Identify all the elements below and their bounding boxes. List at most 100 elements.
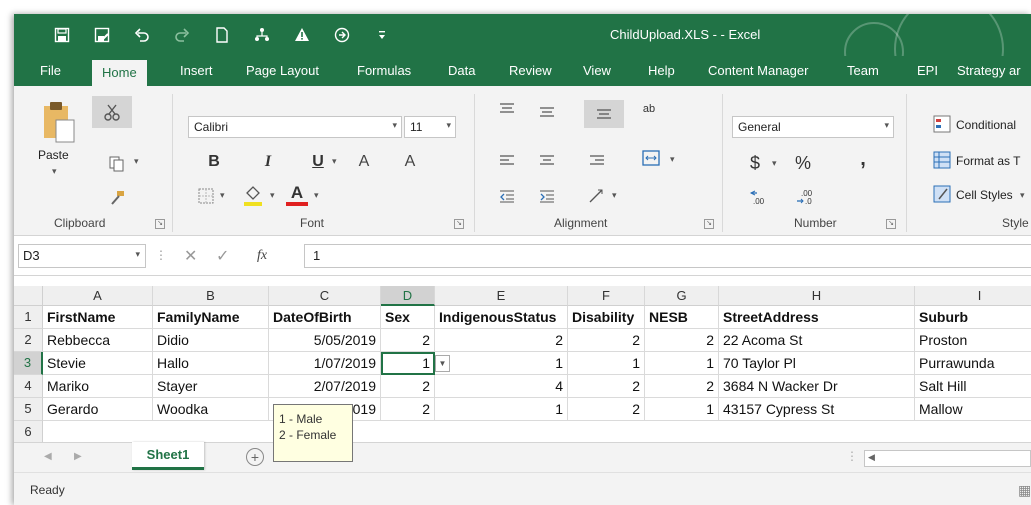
cell-g2[interactable]: 2 — [645, 329, 719, 352]
fill-color-icon[interactable] — [240, 182, 266, 210]
cell-a5[interactable]: Gerardo — [43, 398, 153, 421]
column-header-g[interactable]: G — [645, 286, 719, 306]
tab-strategy[interactable]: Strategy ar — [957, 56, 1021, 86]
cell-i5[interactable]: Mallow — [915, 398, 1031, 421]
row-header[interactable]: 3 — [14, 352, 43, 375]
increase-decimal-icon[interactable]: .00 — [746, 184, 772, 210]
cell-a4[interactable]: Mariko — [43, 375, 153, 398]
tab-team[interactable]: Team — [847, 56, 879, 86]
align-left-icon[interactable] — [494, 148, 520, 172]
cell-b1[interactable]: FamilyName — [153, 306, 269, 329]
horizontal-scrollbar[interactable]: ◀ — [864, 450, 1031, 467]
cell-c3[interactable]: 1/07/2019 — [269, 352, 381, 375]
percent-button[interactable]: % — [790, 150, 816, 176]
cell-d5[interactable]: 2 — [381, 398, 435, 421]
scroll-right-icon[interactable]: ▶ — [74, 451, 82, 462]
cell-styles-icon[interactable] — [932, 184, 952, 204]
tab-formulas[interactable]: Formulas — [357, 56, 411, 86]
save-icon[interactable] — [44, 21, 80, 49]
row-header[interactable]: 6 — [14, 421, 43, 444]
column-header-d[interactable]: D — [381, 286, 435, 306]
column-header-c[interactable]: C — [269, 286, 381, 306]
cell-h5[interactable]: 43157 Cypress St — [719, 398, 915, 421]
cell-c4[interactable]: 2/07/2019 — [269, 375, 381, 398]
cell-b3[interactable]: Hallo — [153, 352, 269, 375]
cell-h2[interactable]: 22 Acoma St — [719, 329, 915, 352]
number-format-combo[interactable]: General ▾ — [732, 116, 894, 138]
cell-d3[interactable]: 1 — [381, 352, 435, 375]
cell-h3[interactable]: 70 Taylor Pl — [719, 352, 915, 375]
cell-f3[interactable]: 1 — [568, 352, 645, 375]
cell-h1[interactable]: StreetAddress — [719, 306, 915, 329]
cell-d4[interactable]: 2 — [381, 375, 435, 398]
orientation-dropdown-icon[interactable]: ▾ — [612, 190, 617, 201]
font-size-combo[interactable]: 11 ▾ — [404, 116, 456, 138]
redo-icon[interactable] — [164, 21, 200, 49]
validation-dropdown-icon[interactable]: ▼ — [435, 355, 450, 372]
tab-content-manager[interactable]: Content Manager — [708, 56, 808, 86]
font-launcher-icon[interactable]: ↘ — [454, 219, 464, 229]
row-header[interactable]: 1 — [14, 306, 43, 329]
cell-e5[interactable]: 1 — [435, 398, 568, 421]
formula-input[interactable]: 1 — [304, 244, 1031, 268]
row-header[interactable]: 4 — [14, 375, 43, 398]
cell-h4[interactable]: 3684 N Wacker Dr — [719, 375, 915, 398]
cell-a3[interactable]: Stevie — [43, 352, 153, 375]
number-launcher-icon[interactable]: ↘ — [886, 219, 896, 229]
cell-a1[interactable]: FirstName — [43, 306, 153, 329]
name-box[interactable]: D3 ▾ — [18, 244, 146, 268]
font-name-combo[interactable]: Calibri ▾ — [188, 116, 402, 138]
bold-button[interactable]: B — [202, 150, 226, 174]
cell-g1[interactable]: NESB — [645, 306, 719, 329]
scroll-left-arrow-icon[interactable]: ◀ — [868, 452, 875, 463]
align-top-icon[interactable] — [494, 96, 520, 120]
column-header-b[interactable]: B — [153, 286, 269, 306]
align-center-icon[interactable] — [534, 148, 560, 172]
alignment-launcher-icon[interactable]: ↘ — [704, 219, 714, 229]
tab-review[interactable]: Review — [509, 56, 552, 86]
currency-button[interactable]: $ — [742, 150, 768, 176]
cell-e2[interactable]: 2 — [435, 329, 568, 352]
font-color-dropdown-icon[interactable]: ▾ — [314, 190, 319, 201]
paste-button[interactable] — [34, 94, 84, 150]
merge-center-icon[interactable] — [638, 146, 664, 170]
add-sheet-button[interactable]: + — [246, 448, 264, 466]
cell-i2[interactable]: Proston — [915, 329, 1031, 352]
shrink-font-button[interactable]: A — [398, 150, 422, 174]
underline-dropdown-icon[interactable]: ▾ — [332, 156, 337, 167]
cell-i3[interactable]: Purrawunda — [915, 352, 1031, 375]
row-header[interactable]: 5 — [14, 398, 43, 421]
borders-dropdown-icon[interactable]: ▾ — [220, 190, 225, 201]
paste-dropdown-icon[interactable]: ▾ — [52, 166, 57, 177]
select-all-corner[interactable] — [14, 286, 43, 306]
cell-e1[interactable]: IndigenousStatus — [435, 306, 568, 329]
cell-f2[interactable]: 2 — [568, 329, 645, 352]
splitter-handle-icon[interactable]: ⋮ — [155, 248, 167, 262]
comma-style-button[interactable]: , — [850, 146, 876, 172]
undo-icon[interactable] — [124, 21, 160, 49]
cancel-icon[interactable]: ✕ — [184, 246, 197, 266]
cell-e3[interactable]: 1 — [435, 352, 568, 375]
column-header-h[interactable]: H — [719, 286, 915, 306]
cell-d2[interactable]: 2 — [381, 329, 435, 352]
align-middle-icon[interactable] — [534, 100, 560, 124]
currency-dropdown-icon[interactable]: ▾ — [772, 158, 777, 169]
share-icon[interactable] — [244, 21, 280, 49]
conditional-formatting-label[interactable]: Conditional — [956, 118, 1016, 132]
cell-e4[interactable]: 4 — [435, 375, 568, 398]
save-as-icon[interactable] — [84, 21, 120, 49]
tab-page-layout[interactable]: Page Layout — [246, 56, 319, 86]
tab-file[interactable]: File — [40, 56, 61, 86]
arrow-circle-icon[interactable] — [324, 21, 360, 49]
cell-f4[interactable]: 2 — [568, 375, 645, 398]
copy-dropdown-icon[interactable]: ▾ — [134, 156, 139, 167]
tab-help[interactable]: Help — [648, 56, 675, 86]
orientation-icon[interactable] — [584, 184, 610, 208]
format-as-table-icon[interactable] — [932, 150, 952, 170]
copy-icon[interactable] — [104, 152, 130, 176]
decrease-indent-icon[interactable] — [494, 184, 520, 208]
scroll-left-icon[interactable]: ◀ — [44, 451, 52, 462]
format-as-table-label[interactable]: Format as T — [956, 154, 1020, 168]
font-color-button[interactable]: A — [284, 180, 310, 210]
splitter-handle-icon[interactable]: ⋮ — [846, 449, 858, 463]
